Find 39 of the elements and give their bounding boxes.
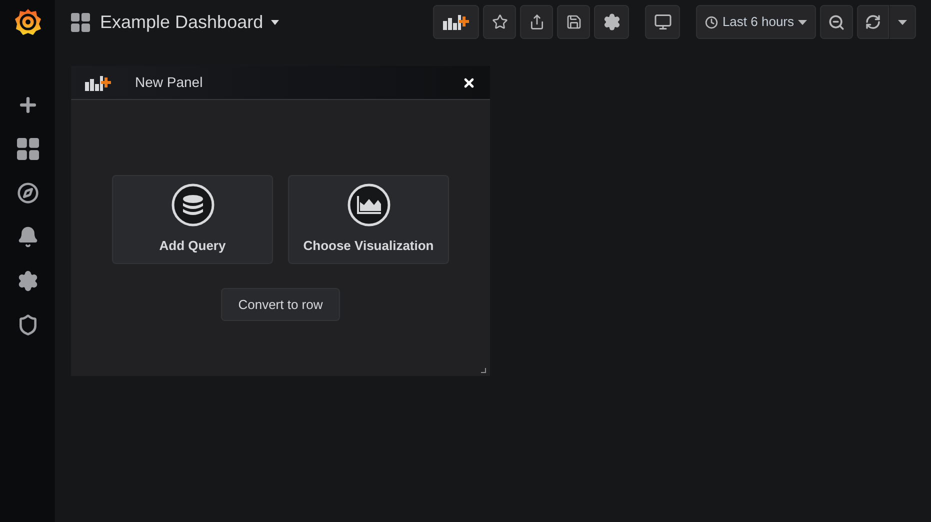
tv-mode-button[interactable] [645,5,680,39]
dashboard-title[interactable]: Example Dashboard [100,8,280,36]
compass-icon[interactable] [16,182,38,204]
monitor-icon [654,13,672,31]
time-picker[interactable]: Last 6 hours [696,5,816,39]
bell-icon[interactable] [16,226,38,248]
settings-icon[interactable] [16,270,38,292]
save-button[interactable] [557,5,590,39]
star-icon [492,14,508,30]
database-icon [170,183,214,228]
dashboard-grid-icon [16,138,38,160]
bar-chart-plus-icon [85,74,111,90]
add-panel-button[interactable] [433,5,480,39]
close-icon[interactable] [462,76,476,90]
dashboard-grid-icon [71,12,90,32]
refresh-icon [865,14,881,30]
shield-icon[interactable] [16,314,38,336]
star-button[interactable] [483,5,516,39]
choose-visualization-button[interactable]: Choose Visualization [288,175,449,264]
save-icon [566,14,582,30]
share-button[interactable] [520,5,554,39]
refresh-button[interactable] [857,5,889,39]
add-query-button[interactable]: Add Query [112,175,273,264]
resize-handle-icon[interactable] [481,368,486,373]
caret-icon [898,20,907,24]
clock-icon [705,16,718,28]
settings-button[interactable] [594,5,630,39]
logo-icon[interactable] [12,7,42,37]
convert-to-row-button[interactable]: Convert to row [221,288,340,321]
refresh-interval-button[interactable] [889,5,916,39]
caret-icon [271,20,280,24]
panel-title: New Panel [135,73,203,92]
gear-icon [602,13,621,31]
zoom-out-button[interactable] [820,5,853,39]
share-icon [528,14,545,30]
caret-icon [798,20,807,24]
zoom-out-icon [828,14,845,30]
area-chart-icon [346,183,390,228]
bar-chart-plus-icon [443,14,470,30]
